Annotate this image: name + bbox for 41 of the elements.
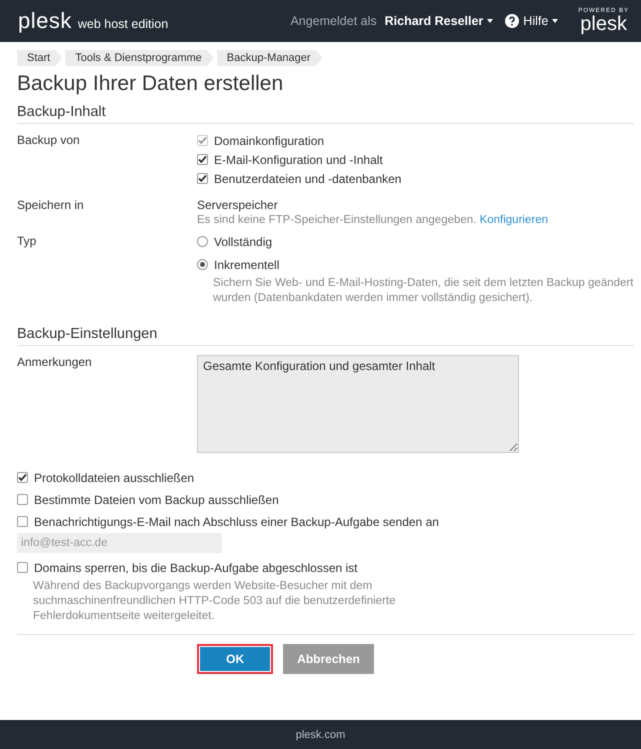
login-label: Angemeldet als [290, 14, 377, 28]
option-label: Protokolldateien ausschließen [34, 470, 194, 484]
edition-label: web host edition [78, 17, 168, 31]
checkbox[interactable] [197, 154, 208, 165]
checkbox[interactable] [17, 494, 28, 505]
radio-button[interactable] [197, 236, 208, 247]
checkbox[interactable] [17, 472, 28, 483]
breadcrumb-link[interactable]: Backup-Manager [216, 50, 323, 66]
option-label: Vollständig [214, 234, 272, 248]
field-label: Anmerkungen [17, 355, 93, 371]
checkbox[interactable] [197, 173, 208, 184]
option-label: Inkrementell [214, 258, 280, 272]
option-hint: Sichern Sie Web- und E-Mail-Hosting-Daten, die seit dem letzten Backup geändert wurden (Datenbankdaten werden immer vollständig gesichert). [212, 276, 634, 306]
field-label: Backup von [17, 133, 81, 149]
checkbox[interactable] [17, 516, 28, 527]
option-label: Benutzerdateien und -datenbanken [214, 172, 402, 186]
user-menu[interactable]: Richard Reseller [384, 14, 494, 28]
configure-link[interactable]: Konfigurieren [480, 214, 548, 226]
radio-button[interactable] [197, 259, 208, 270]
plesk-logo[interactable]: plesk [18, 10, 72, 32]
storage-note: Es sind keine FTP-Speicher-Einstellungen angegeben. [197, 214, 476, 226]
ok-button[interactable]: OK [197, 644, 274, 674]
option-label: E-Mail-Konfiguration und -Inhalt [214, 152, 383, 166]
field-label: Speichern in [17, 198, 85, 214]
field-label: Typ [17, 234, 38, 250]
option-hint: Während des Backupvorgangs werden Website-Besucher mit dem suchmaschinenfreundlichen HTTP-Code 503 auf die benutzerdefinierte Fehlerdokumentseite weitergeleitet. [32, 579, 396, 624]
notes-field[interactable]: Gesamte Konfiguration und gesamter Inhalt [197, 355, 519, 453]
option-label: Domainkonfiguration [214, 134, 324, 148]
checkbox[interactable] [17, 562, 28, 573]
option-label: Benachrichtigungs-E-Mail nach Abschluss einer Backup-Aufgabe senden an [34, 514, 439, 528]
breadcrumb-link[interactable]: Tools & Dienstprogramme [65, 50, 214, 66]
option-label: Domains sperren, bis die Backup-Aufgabe abgeschlossen ist [34, 560, 358, 574]
help-icon [505, 14, 520, 28]
footer-link[interactable]: plesk.com [296, 728, 346, 740]
storage-value: Serverspeicher [197, 198, 279, 212]
option-label: Bestimmte Dateien vom Backup ausschließen [34, 492, 279, 506]
section-heading: Backup-Einstellungen [17, 326, 634, 346]
section-heading: Backup-Inhalt [17, 104, 634, 124]
page-title: Backup Ihrer Daten erstellen [17, 72, 284, 96]
help-menu[interactable]: Hilfe [505, 14, 558, 28]
breadcrumb-link[interactable]: Start [17, 50, 62, 66]
